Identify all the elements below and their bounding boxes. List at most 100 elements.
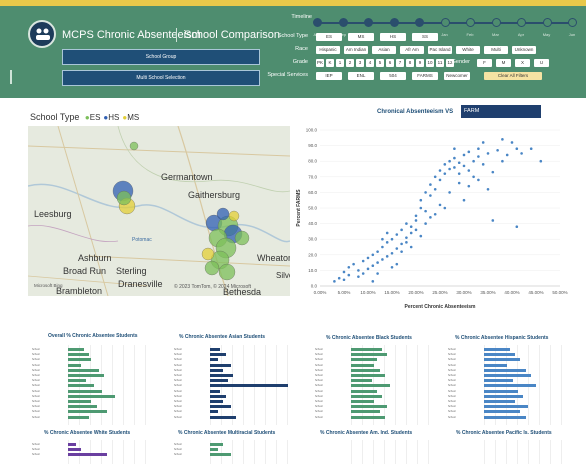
scatter-point[interactable]: [400, 228, 403, 232]
school-marker[interactable]: [218, 263, 236, 281]
scatter-point[interactable]: [457, 161, 461, 165]
mini-bar[interactable]: [210, 410, 218, 414]
school-type-chip-hs[interactable]: HS: [380, 33, 406, 41]
race-chip-asian[interactable]: Asian: [372, 46, 396, 54]
scatter-point[interactable]: [453, 166, 456, 169]
scatter-point[interactable]: [472, 175, 475, 179]
scatter-point[interactable]: [443, 163, 447, 166]
scatter-point[interactable]: [342, 270, 346, 274]
mini-bar[interactable]: [68, 363, 81, 367]
timeline-dot-aug[interactable]: [313, 18, 322, 27]
scatter-point[interactable]: [400, 250, 403, 253]
mini-bar[interactable]: [351, 384, 390, 388]
mini-bar[interactable]: [68, 394, 115, 398]
gender-chip-u[interactable]: U: [534, 59, 549, 67]
mini-bar[interactable]: [210, 448, 218, 452]
mini-bar[interactable]: [351, 389, 377, 393]
mini-bar[interactable]: [484, 348, 510, 351]
scatter-point[interactable]: [361, 272, 365, 275]
scatter-point[interactable]: [448, 167, 451, 171]
mini-bar[interactable]: [210, 415, 236, 419]
scatter-point[interactable]: [376, 272, 379, 275]
scatter-point[interactable]: [486, 187, 490, 191]
grade-chip-10[interactable]: 10: [426, 59, 434, 67]
mini-bar[interactable]: [351, 358, 377, 362]
scatter-point[interactable]: [419, 234, 423, 238]
scatter-point[interactable]: [438, 203, 442, 207]
mini-bar[interactable]: [68, 448, 81, 452]
timeline-dot-nov[interactable]: [389, 18, 399, 27]
mini-bar[interactable]: [484, 405, 529, 409]
timeline-dot-sep[interactable]: [338, 18, 348, 27]
scatter-point[interactable]: [405, 236, 408, 239]
timeline-dot-jun[interactable]: [568, 18, 577, 27]
mini-bar[interactable]: [484, 358, 521, 362]
school-type-chip-es[interactable]: ES: [316, 33, 342, 41]
mini-bar[interactable]: [68, 410, 107, 414]
scatter-point[interactable]: [429, 194, 432, 197]
gender-chip-m[interactable]: M: [496, 59, 511, 67]
race-chip-afr-am[interactable]: Afr Am: [400, 46, 424, 54]
mini-bar[interactable]: [210, 384, 288, 388]
scatter-point[interactable]: [409, 231, 413, 235]
scatter-point[interactable]: [361, 259, 365, 263]
scatter-point[interactable]: [381, 258, 384, 261]
special-chip-farms[interactable]: FARMS: [412, 72, 438, 80]
clear-all-filters-button[interactable]: Clear All Filters: [484, 72, 542, 80]
school-group-button[interactable]: School Group: [62, 49, 260, 65]
race-chip-multi[interactable]: Multi: [484, 46, 508, 54]
grade-chip-4[interactable]: 4: [366, 59, 374, 67]
school-marker[interactable]: [216, 207, 230, 221]
grade-chip-3[interactable]: 3: [356, 59, 364, 67]
scatter-point[interactable]: [453, 156, 456, 160]
grade-chip-5[interactable]: 5: [376, 59, 384, 67]
mini-bar[interactable]: [351, 379, 372, 383]
scatter-point[interactable]: [457, 181, 461, 185]
scatter-point[interactable]: [347, 265, 351, 269]
mini-bar[interactable]: [68, 415, 89, 419]
scatter-point[interactable]: [424, 191, 427, 194]
mini-bar[interactable]: [351, 363, 375, 367]
mini-bar[interactable]: [484, 368, 526, 372]
scatter-point[interactable]: [443, 206, 447, 210]
scatter-point[interactable]: [409, 245, 413, 249]
grade-chip-6[interactable]: 6: [386, 59, 394, 67]
mini-bar[interactable]: [68, 358, 92, 362]
timeline-dot-mar[interactable]: [491, 18, 501, 27]
scatter-point[interactable]: [501, 138, 504, 141]
resize-handle[interactable]: [10, 70, 12, 84]
mini-bar[interactable]: [484, 379, 513, 383]
scatter-point[interactable]: [357, 269, 360, 272]
scatter-point[interactable]: [385, 255, 389, 258]
mini-bar[interactable]: [484, 363, 508, 367]
mini-bar[interactable]: [210, 443, 223, 446]
mini-bar[interactable]: [351, 410, 380, 414]
scatter-point[interactable]: [486, 152, 490, 155]
mini-bar[interactable]: [68, 389, 102, 393]
mini-bar[interactable]: [484, 353, 516, 357]
scatter-point[interactable]: [409, 225, 413, 229]
grade-chip-9[interactable]: 9: [416, 59, 424, 67]
mini-bar[interactable]: [68, 374, 105, 377]
scatter-point[interactable]: [366, 267, 370, 271]
grade-chip-1[interactable]: 1: [336, 59, 344, 67]
timeline-dot-feb[interactable]: [466, 18, 475, 27]
scatter-point[interactable]: [515, 147, 519, 151]
mini-bar[interactable]: [484, 389, 518, 393]
timeline-dot-jan[interactable]: [440, 18, 450, 27]
mini-bar[interactable]: [210, 379, 229, 383]
grade-chip-2[interactable]: 2: [346, 59, 354, 67]
mini-bar[interactable]: [210, 405, 231, 409]
mini-bar[interactable]: [68, 384, 94, 388]
scatter-point[interactable]: [438, 178, 442, 182]
scatter-point[interactable]: [395, 233, 399, 236]
scatter-point[interactable]: [477, 147, 480, 151]
scatter-point[interactable]: [424, 222, 427, 225]
scatter-point[interactable]: [405, 222, 408, 225]
mini-bar[interactable]: [210, 453, 231, 457]
grade-chip-8[interactable]: 8: [406, 59, 414, 67]
school-type-chip-ms[interactable]: MS: [348, 33, 374, 41]
special-chip-newcomer[interactable]: Newcomer: [444, 72, 470, 80]
scatter-point[interactable]: [429, 216, 432, 219]
mini-bar[interactable]: [484, 400, 516, 403]
